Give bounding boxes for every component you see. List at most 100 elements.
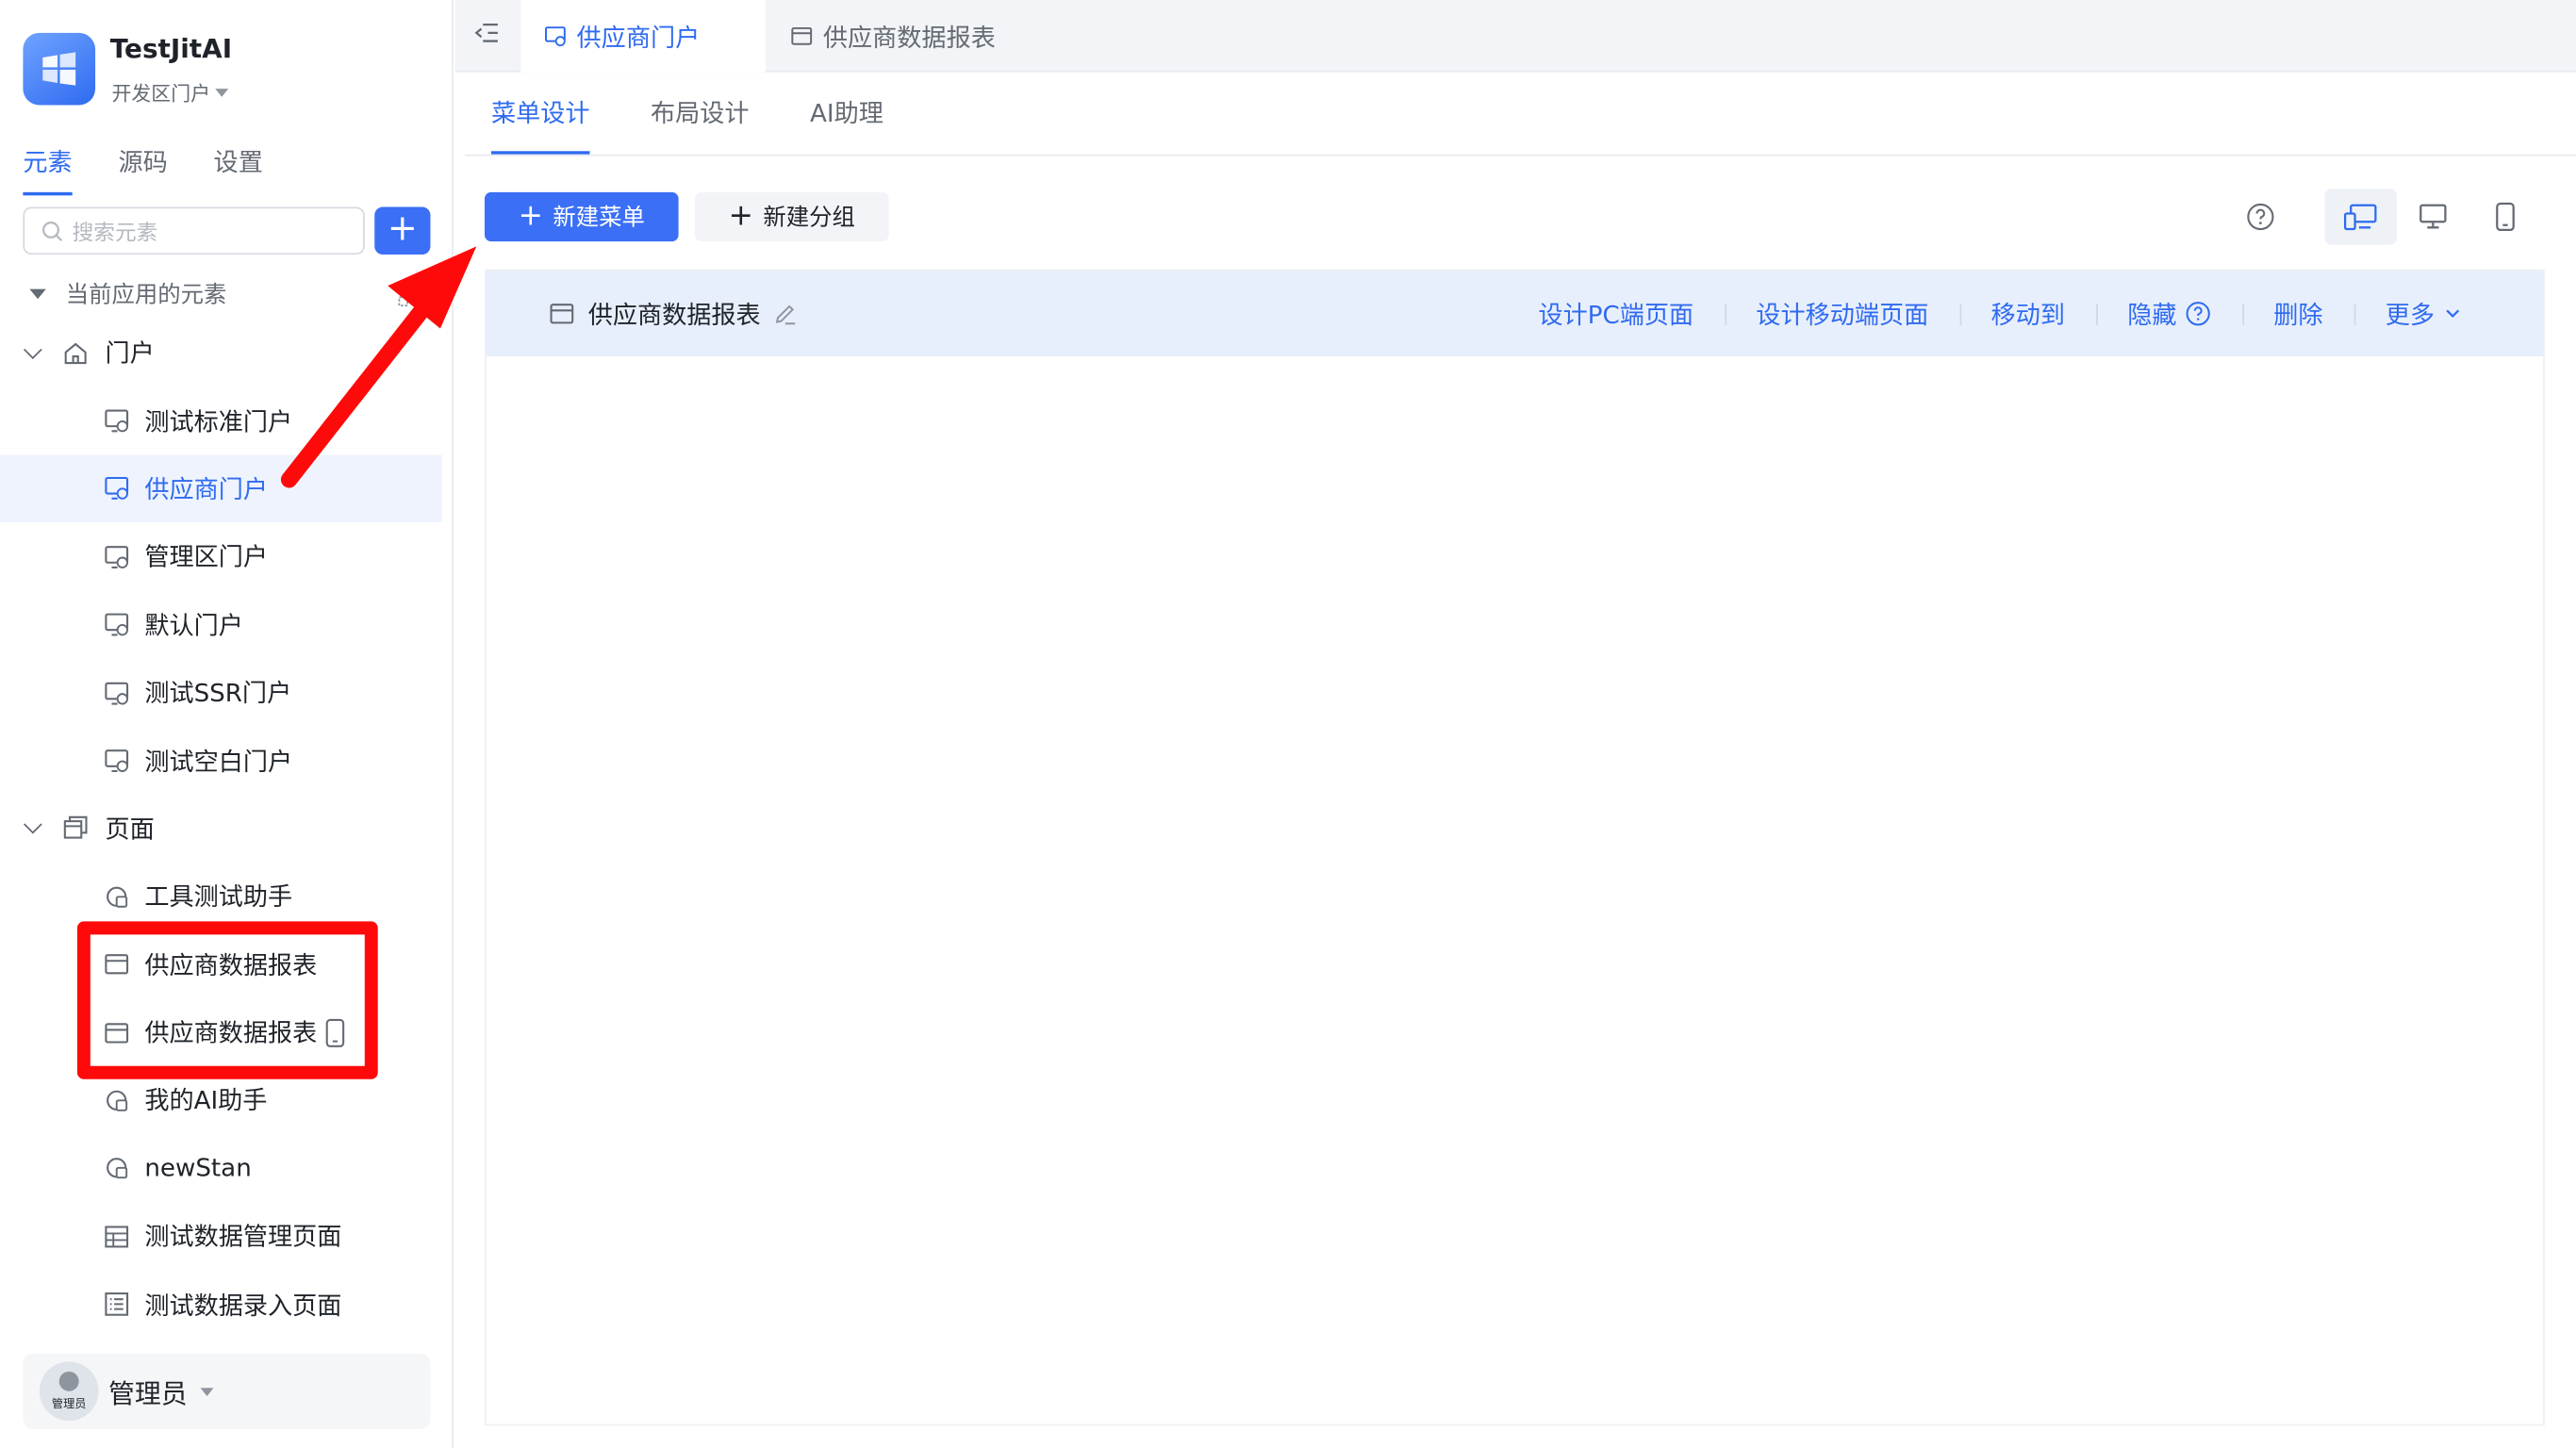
add-element-button[interactable]: +	[374, 206, 431, 255]
portal-icon	[544, 26, 566, 47]
ai-assistant-icon	[107, 886, 128, 908]
app-logo[interactable]	[23, 32, 96, 106]
new-group-label: 新建分组	[763, 205, 855, 232]
new-menu-label: 新建菜单	[553, 205, 645, 232]
section-current-app[interactable]: 当前应用的元素	[23, 276, 430, 312]
tree-item-label: 测试空白门户	[144, 746, 293, 777]
tree-item-label: newStan	[144, 1153, 252, 1184]
tree-item-label: 测试数据录入页面	[144, 1290, 342, 1321]
doc-tab-supplier-portal[interactable]: 供应商门户	[520, 0, 766, 73]
edit-icon[interactable]	[774, 303, 797, 325]
tree-group-portal[interactable]: 门户	[0, 319, 442, 387]
design-pc-page-button[interactable]: 设计PC端页面	[1507, 296, 1725, 331]
doc-tab-label: 供应商门户	[576, 22, 701, 52]
tree-item-portal[interactable]: 管理区门户	[0, 522, 442, 590]
portal-icon	[105, 477, 129, 501]
chevron-down-icon	[23, 339, 42, 359]
tab-layout-design[interactable]: 布局设计	[651, 95, 750, 155]
triangle-down-icon	[29, 288, 46, 300]
tree-item-page[interactable]: 测试数据管理页面	[0, 1202, 442, 1270]
tree-item-portal[interactable]: 测试标准门户	[0, 387, 442, 454]
caret-down-icon	[200, 1387, 214, 1396]
collapse-sidebar-icon[interactable]	[473, 20, 500, 46]
tree-item-page[interactable]: 测试数据录入页面	[0, 1271, 442, 1339]
app-name: TestJitAI	[109, 32, 233, 64]
hide-label: 隐藏	[2127, 299, 2177, 330]
move-to-button[interactable]: 移动到	[1959, 296, 2096, 331]
report-page-icon	[791, 26, 813, 45]
tree-group-page[interactable]: 页面	[0, 795, 442, 863]
design-mobile-page-button[interactable]: 设计移动端页面	[1725, 296, 1959, 331]
more-button[interactable]: 更多	[2353, 296, 2494, 331]
multi-device-icon	[2344, 204, 2377, 231]
grid-icon[interactable]	[398, 281, 424, 307]
annotation-red-box	[76, 921, 378, 1079]
new-group-button[interactable]: + 新建分组	[694, 191, 889, 242]
menu-actions: 设计PC端页面 设计移动端页面 移动到 隐藏 删除 更多	[1507, 271, 2493, 356]
avatar: 管理员	[39, 1361, 99, 1422]
tree-item-portal[interactable]: 测试空白门户	[0, 727, 442, 795]
chevron-down-icon	[23, 815, 42, 835]
tree-item-label: 供应商门户	[144, 474, 269, 504]
tree-item-label: 管理区门户	[144, 542, 269, 572]
desktop-icon	[2419, 204, 2447, 229]
portal-icon	[105, 545, 129, 568]
delete-button[interactable]: 删除	[2242, 296, 2354, 331]
chevron-down-icon	[2446, 309, 2460, 318]
tree-item-portal[interactable]: 默认门户	[0, 590, 442, 658]
tree-item-label: 测试标准门户	[144, 406, 293, 436]
help-icon[interactable]	[2246, 202, 2275, 231]
windows-icon	[42, 52, 76, 86]
search-placeholder: 搜索元素	[72, 222, 158, 247]
doc-tab-label: 供应商数据报表	[822, 22, 996, 52]
menu-title: 供应商数据报表	[587, 299, 761, 330]
device-all-button[interactable]	[2324, 189, 2398, 245]
user-menu[interactable]: 管理员 管理员	[23, 1353, 431, 1429]
plus-icon: +	[518, 198, 543, 234]
tree-item-label: 我的AI助手	[144, 1086, 268, 1116]
search-input[interactable]: 搜索元素	[23, 206, 365, 255]
table-icon	[105, 1226, 129, 1248]
new-menu-button[interactable]: + 新建菜单	[484, 191, 679, 242]
user-head-icon	[58, 1371, 79, 1391]
tree-group-label: 页面	[105, 814, 155, 845]
report-page-icon	[550, 304, 574, 324]
avatar-badge: 管理员	[51, 1397, 87, 1411]
tab-elements[interactable]: 元素	[23, 144, 73, 196]
doc-tab-supplier-report[interactable]: 供应商数据报表	[768, 0, 1019, 73]
tree-item-portal[interactable]: 测试SSR门户	[0, 659, 442, 727]
tab-ai-assistant[interactable]: AI助理	[810, 95, 883, 155]
tree-item-label: 默认门户	[144, 610, 243, 641]
device-mobile-button[interactable]	[2469, 189, 2542, 244]
tree-group-label: 门户	[105, 338, 155, 369]
portal-icon	[105, 614, 129, 636]
hide-button[interactable]: 隐藏	[2096, 296, 2242, 331]
tree-item-portal[interactable]: 供应商门户	[0, 454, 442, 523]
tab-settings[interactable]: 设置	[214, 144, 263, 195]
more-label: 更多	[2385, 299, 2436, 330]
tree-item-page[interactable]: newStan	[0, 1134, 442, 1202]
tree-item-page[interactable]: 工具测试助手	[0, 863, 442, 930]
portal-icon	[105, 682, 129, 704]
ai-assistant-icon	[107, 1090, 128, 1111]
form-icon	[105, 1292, 129, 1317]
tab-menu-design[interactable]: 菜单设计	[490, 95, 590, 155]
device-pc-button[interactable]	[2397, 189, 2469, 244]
mobile-icon	[2496, 202, 2515, 232]
portal-switcher[interactable]: 开发区门户	[111, 79, 229, 107]
editor-subtabs: 菜单设计 布局设计 AI助理	[490, 95, 883, 155]
menu-row[interactable]: 供应商数据报表 设计PC端页面 设计移动端页面 移动到 隐藏 删除 更多	[486, 271, 2544, 357]
home-icon	[64, 342, 87, 364]
tree-item-label: 测试数据管理页面	[144, 1222, 342, 1253]
sidebar: TestJitAI 开发区门户 元素 源码 设置 搜索元素 + 当前应用的元素	[0, 0, 454, 1448]
tree-item-label: 工具测试助手	[144, 882, 293, 913]
caret-down-icon	[215, 89, 229, 97]
document-tabs-bar: 供应商门户 供应商数据报表	[454, 0, 2576, 73]
ai-assistant-icon	[107, 1158, 128, 1179]
portal-icon	[105, 409, 129, 433]
portal-icon	[105, 749, 129, 773]
tab-source[interactable]: 源码	[118, 144, 167, 195]
element-tree: 门户 测试标准门户 供应商门户 管理区门户 默认门户 测试SSR门户 测试空白门…	[0, 319, 442, 1339]
help-icon	[2186, 302, 2210, 326]
device-switcher	[2324, 188, 2544, 247]
